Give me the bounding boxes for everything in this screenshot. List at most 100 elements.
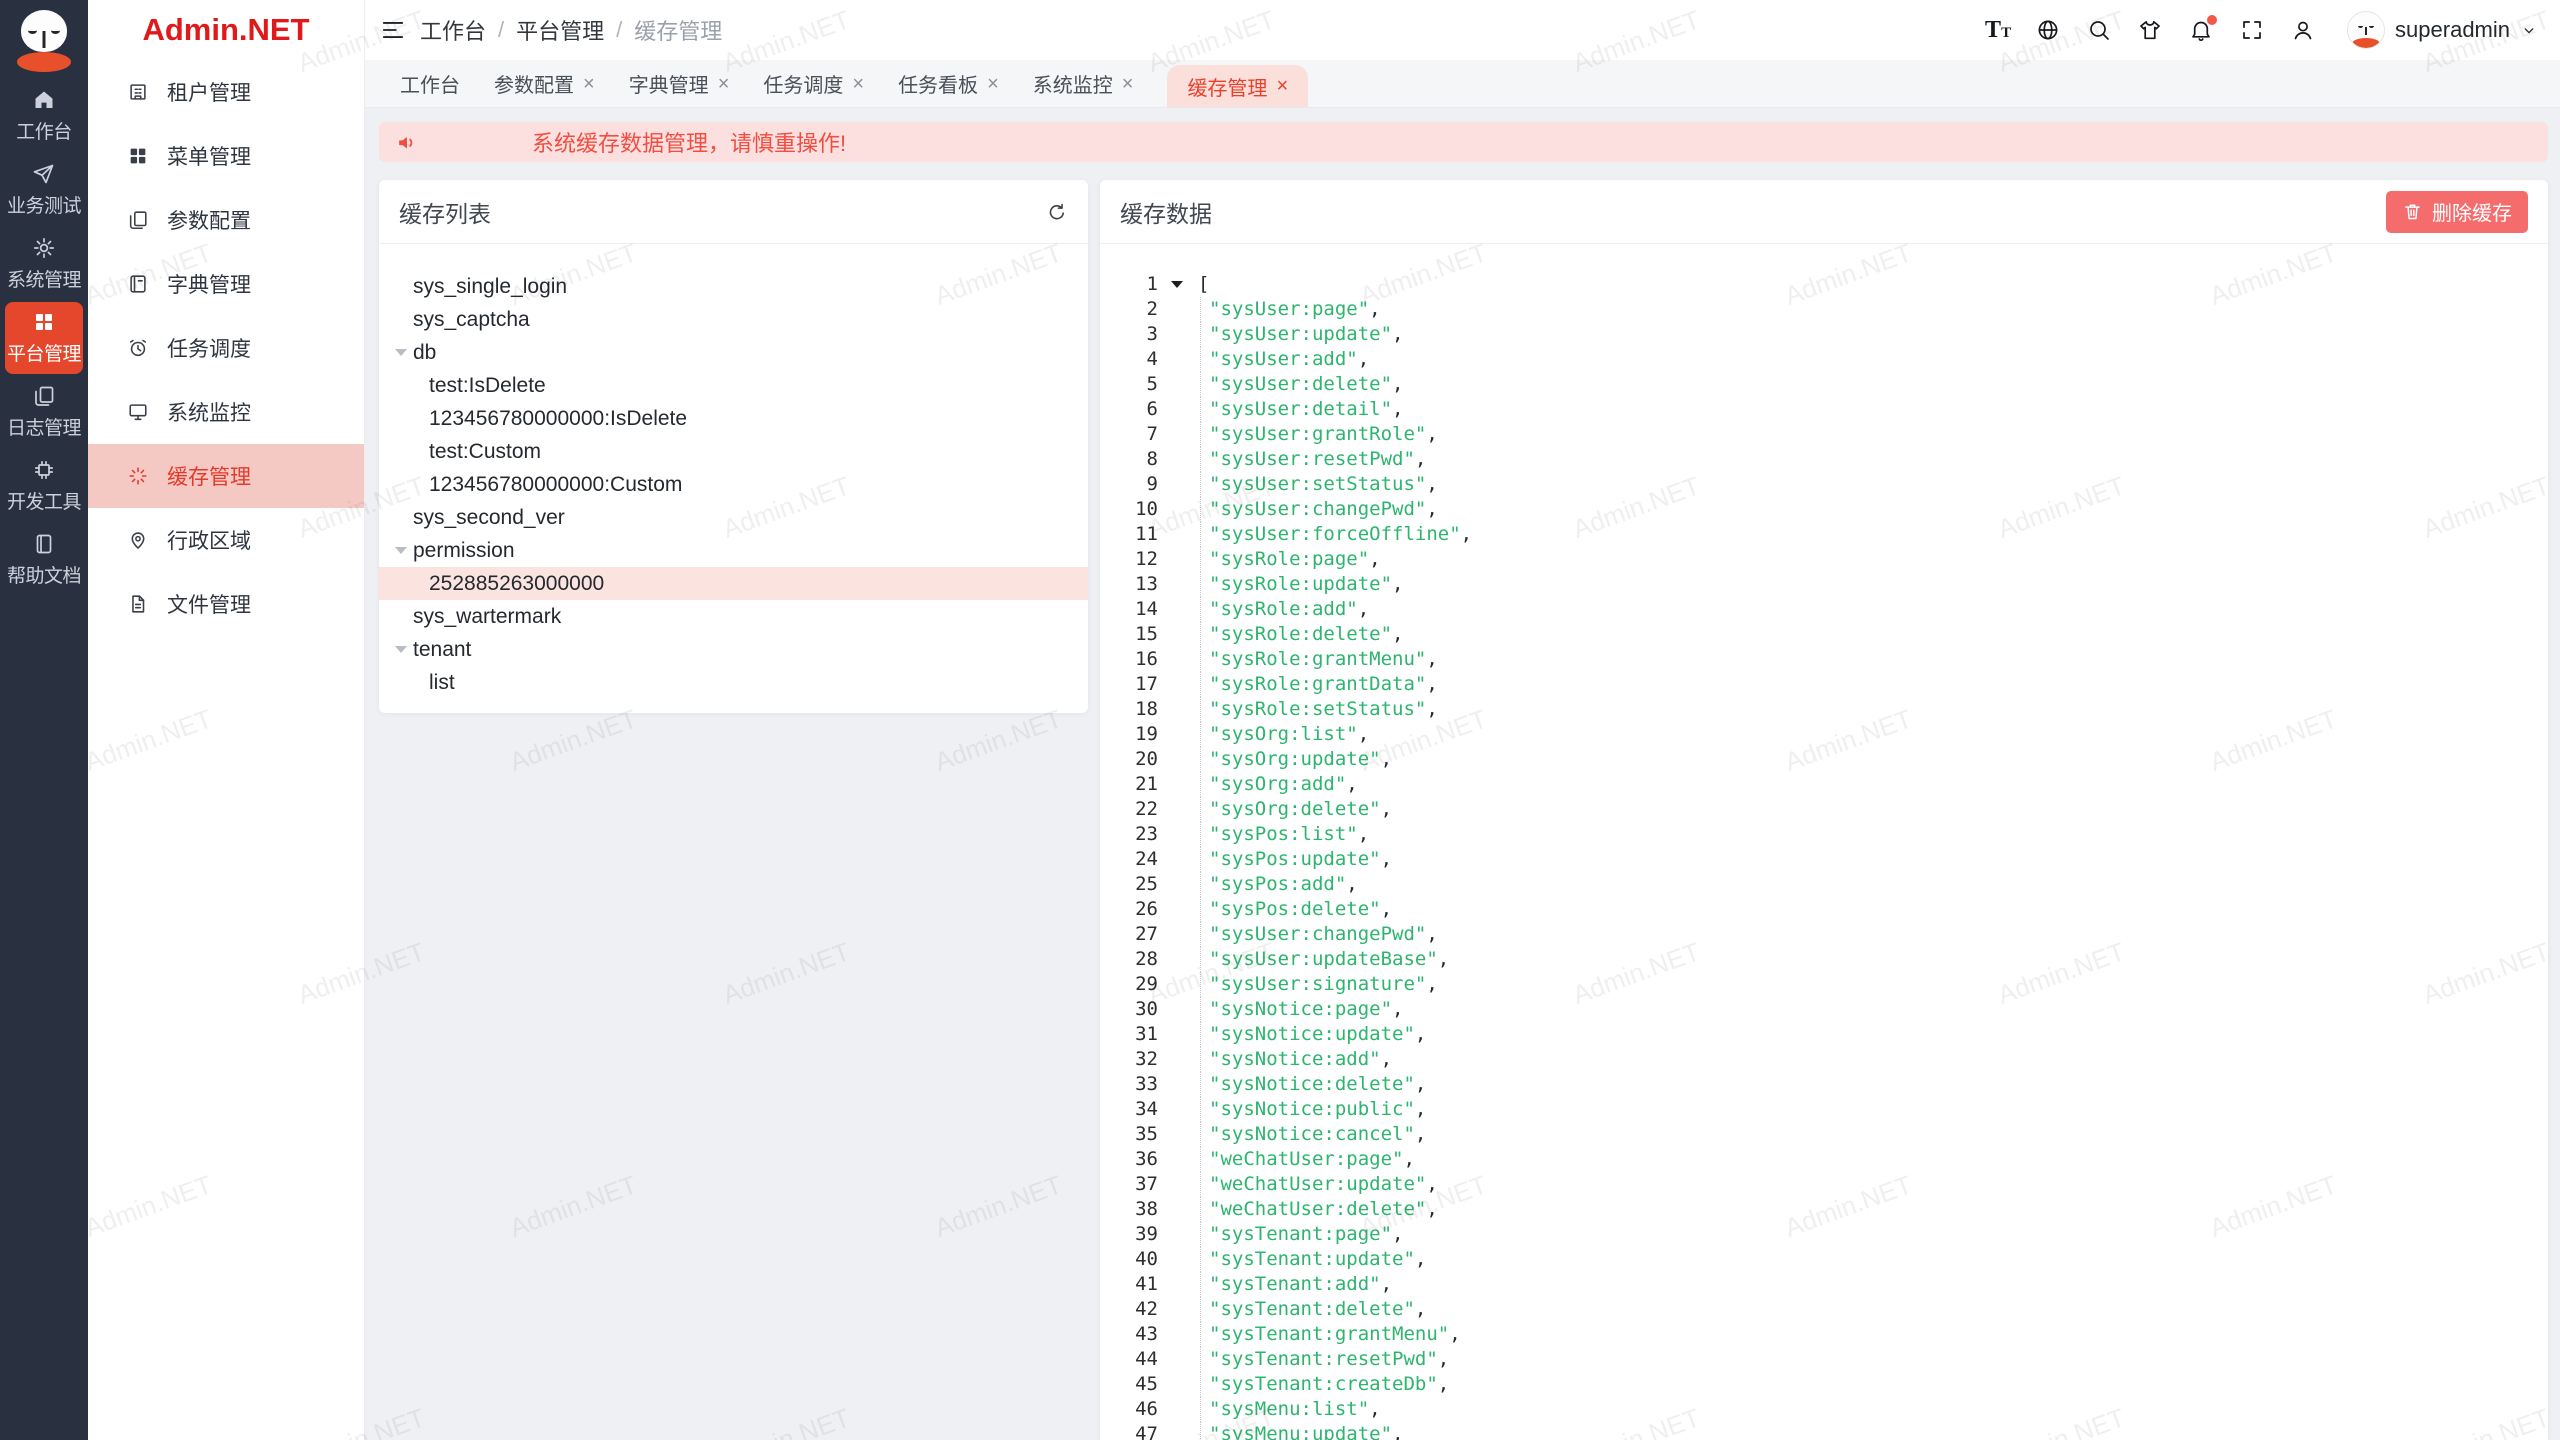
fullscreen-icon[interactable] — [2240, 18, 2264, 42]
editor-line[interactable]: 11"sysUser:forceOffline", — [1100, 522, 2548, 547]
primary-nav-item[interactable]: 业务测试 — [5, 154, 83, 226]
editor-line[interactable]: 14"sysRole:add", — [1100, 597, 2548, 622]
tab[interactable]: 参数配置× — [494, 60, 595, 108]
editor-line[interactable]: 31"sysNotice:update", — [1100, 1022, 2548, 1047]
editor-line[interactable]: 35"sysNotice:cancel", — [1100, 1122, 2548, 1147]
person-icon[interactable] — [2291, 18, 2315, 42]
editor-line[interactable]: 42"sysTenant:delete", — [1100, 1297, 2548, 1322]
user-menu[interactable]: superadmin — [2347, 11, 2538, 49]
editor-line[interactable]: 7"sysUser:grantRole", — [1100, 422, 2548, 447]
editor-line[interactable]: 10"sysUser:changePwd", — [1100, 497, 2548, 522]
tree-row[interactable]: 123456780000000:Custom — [379, 468, 1088, 501]
editor-line[interactable]: 1[ — [1100, 272, 2548, 297]
tree-row[interactable]: 252885263000000 — [379, 567, 1088, 600]
secondary-nav-item[interactable]: 文件管理 — [88, 572, 364, 636]
close-icon[interactable]: × — [987, 74, 999, 94]
editor-line[interactable]: 27"sysUser:changePwd", — [1100, 922, 2548, 947]
editor-line[interactable]: 34"sysNotice:public", — [1100, 1097, 2548, 1122]
editor-line[interactable]: 43"sysTenant:grantMenu", — [1100, 1322, 2548, 1347]
primary-nav-item[interactable]: 日志管理 — [5, 376, 83, 448]
editor-line[interactable]: 29"sysUser:signature", — [1100, 972, 2548, 997]
tab[interactable]: 缓存管理× — [1167, 65, 1308, 107]
close-icon[interactable]: × — [1276, 76, 1288, 96]
editor-line[interactable]: 28"sysUser:updateBase", — [1100, 947, 2548, 972]
editor-line[interactable]: 20"sysOrg:update", — [1100, 747, 2548, 772]
fold-arrow-icon[interactable] — [1158, 272, 1196, 297]
editor-line[interactable]: 22"sysOrg:delete", — [1100, 797, 2548, 822]
editor-line[interactable]: 47"sysMenu:update", — [1100, 1422, 2548, 1440]
editor-line[interactable]: 38"weChatUser:delete", — [1100, 1197, 2548, 1222]
caret-down-icon[interactable] — [389, 539, 413, 563]
secondary-nav-item[interactable]: 系统监控 — [88, 380, 364, 444]
tree-row[interactable]: sys_captcha — [379, 303, 1088, 336]
tab[interactable]: 系统监控× — [1033, 60, 1134, 108]
editor-line[interactable]: 26"sysPos:delete", — [1100, 897, 2548, 922]
editor-line[interactable]: 30"sysNotice:page", — [1100, 997, 2548, 1022]
close-icon[interactable]: × — [852, 74, 864, 94]
editor-line[interactable]: 19"sysOrg:list", — [1100, 722, 2548, 747]
editor-line[interactable]: 33"sysNotice:delete", — [1100, 1072, 2548, 1097]
tree-row[interactable]: sys_single_login — [379, 270, 1088, 303]
secondary-nav-item[interactable]: 参数配置 — [88, 188, 364, 252]
editor-line[interactable]: 24"sysPos:update", — [1100, 847, 2548, 872]
editor-line[interactable]: 23"sysPos:list", — [1100, 822, 2548, 847]
globe-icon[interactable] — [2036, 18, 2060, 42]
tree-row[interactable]: sys_wartermark — [379, 600, 1088, 633]
editor-line[interactable]: 3"sysUser:update", — [1100, 322, 2548, 347]
editor-line[interactable]: 39"sysTenant:page", — [1100, 1222, 2548, 1247]
editor-line[interactable]: 45"sysTenant:createDb", — [1100, 1372, 2548, 1397]
editor-line[interactable]: 2"sysUser:page", — [1100, 297, 2548, 322]
primary-nav-item[interactable]: 系统管理 — [5, 228, 83, 300]
primary-nav-item[interactable]: 开发工具 — [5, 450, 83, 522]
search-icon[interactable] — [2087, 18, 2111, 42]
tree-row[interactable]: tenant — [379, 633, 1088, 666]
primary-nav-item[interactable]: 工作台 — [5, 80, 83, 152]
tab[interactable]: 工作台 — [400, 60, 460, 108]
editor-line[interactable]: 32"sysNotice:add", — [1100, 1047, 2548, 1072]
primary-nav-item[interactable]: 帮助文档 — [5, 524, 83, 596]
editor-line[interactable]: 4"sysUser:add", — [1100, 347, 2548, 372]
editor-line[interactable]: 21"sysOrg:add", — [1100, 772, 2548, 797]
tab[interactable]: 字典管理× — [629, 60, 730, 108]
close-icon[interactable]: × — [583, 74, 595, 94]
refresh-icon[interactable] — [1046, 201, 1068, 223]
primary-nav-item[interactable]: 平台管理 — [5, 302, 83, 374]
secondary-nav-item[interactable]: 任务调度 — [88, 316, 364, 380]
tree-row[interactable]: 123456780000000:IsDelete — [379, 402, 1088, 435]
editor-line[interactable]: 25"sysPos:add", — [1100, 872, 2548, 897]
tab[interactable]: 任务看板× — [898, 60, 999, 108]
editor-line[interactable]: 6"sysUser:detail", — [1100, 397, 2548, 422]
editor-line[interactable]: 5"sysUser:delete", — [1100, 372, 2548, 397]
editor-line[interactable]: 44"sysTenant:resetPwd", — [1100, 1347, 2548, 1372]
secondary-nav-item[interactable]: 租户管理 — [88, 60, 364, 124]
caret-down-icon[interactable] — [389, 341, 413, 365]
app-logo-mascot[interactable] — [15, 10, 73, 72]
tree-row[interactable]: test:Custom — [379, 435, 1088, 468]
tree-row[interactable]: list — [379, 666, 1088, 699]
hamburger-icon[interactable] — [380, 17, 406, 43]
editor-line[interactable]: 40"sysTenant:update", — [1100, 1247, 2548, 1272]
breadcrumb-item[interactable]: 工作台 — [420, 14, 486, 46]
secondary-nav-item[interactable]: 字典管理 — [88, 252, 364, 316]
delete-cache-button[interactable]: 删除缓存 — [2386, 191, 2528, 233]
editor-line[interactable]: 37"weChatUser:update", — [1100, 1172, 2548, 1197]
editor-line[interactable]: 46"sysMenu:list", — [1100, 1397, 2548, 1422]
font-size-icon[interactable]: TT — [1985, 18, 2009, 42]
secondary-nav-item[interactable]: 菜单管理 — [88, 124, 364, 188]
secondary-nav-item[interactable]: 缓存管理 — [88, 444, 364, 508]
tree-row[interactable]: sys_second_ver — [379, 501, 1088, 534]
breadcrumb-item[interactable]: 平台管理 — [516, 14, 604, 46]
editor-line[interactable]: 16"sysRole:grantMenu", — [1100, 647, 2548, 672]
editor-line[interactable]: 13"sysRole:update", — [1100, 572, 2548, 597]
tab[interactable]: 任务调度× — [763, 60, 864, 108]
editor-line[interactable]: 12"sysRole:page", — [1100, 547, 2548, 572]
editor-line[interactable]: 9"sysUser:setStatus", — [1100, 472, 2548, 497]
caret-down-icon[interactable] — [389, 638, 413, 662]
editor-line[interactable]: 8"sysUser:resetPwd", — [1100, 447, 2548, 472]
editor-line[interactable]: 17"sysRole:grantData", — [1100, 672, 2548, 697]
json-editor[interactable]: 1[2"sysUser:page",3"sysUser:update",4"sy… — [1100, 244, 2548, 1440]
secondary-nav-item[interactable]: 行政区域 — [88, 508, 364, 572]
close-icon[interactable]: × — [718, 74, 730, 94]
editor-line[interactable]: 18"sysRole:setStatus", — [1100, 697, 2548, 722]
close-icon[interactable]: × — [1122, 74, 1134, 94]
